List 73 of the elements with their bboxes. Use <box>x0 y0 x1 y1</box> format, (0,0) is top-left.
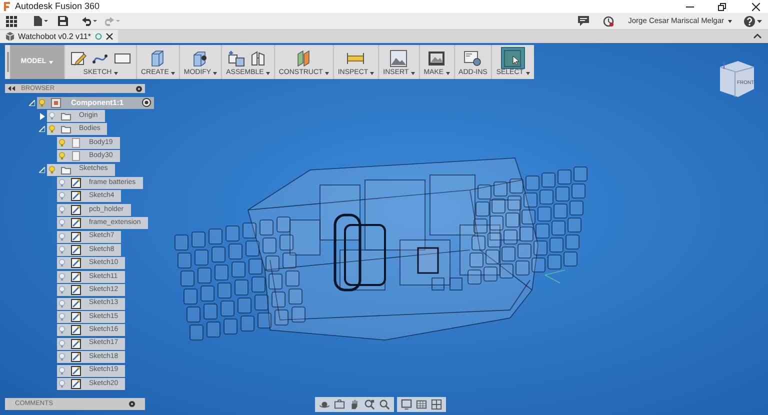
pin-icon[interactable] <box>129 401 135 407</box>
pin-icon[interactable] <box>136 86 142 92</box>
target-icon[interactable] <box>142 98 150 108</box>
caret-icon <box>114 72 118 75</box>
viewports-icon[interactable] <box>431 399 442 410</box>
cursor-square-icon[interactable] <box>502 48 524 68</box>
sketch-icon <box>71 178 81 188</box>
zoom-window-icon[interactable] <box>364 399 375 410</box>
caret-icon <box>728 20 732 22</box>
apps-grid-icon[interactable] <box>6 16 17 26</box>
picture-icon[interactable] <box>389 48 408 68</box>
folder-icon <box>61 164 71 175</box>
chat-icon[interactable] <box>578 16 590 26</box>
expanded-caret-icon[interactable] <box>29 100 35 106</box>
chevron-up-icon[interactable] <box>753 33 762 39</box>
collapsed-caret-icon[interactable] <box>40 112 44 120</box>
circle-icon <box>94 33 102 40</box>
caret-icon <box>446 72 450 75</box>
hand-icon[interactable] <box>349 399 360 410</box>
file-icon[interactable] <box>34 16 48 26</box>
sketch-icon <box>71 204 81 215</box>
caret-icon <box>526 72 530 75</box>
orbit-icon[interactable] <box>319 399 330 410</box>
zoom-icon[interactable] <box>379 399 390 410</box>
grip-handle[interactable] <box>6 52 8 72</box>
body-icon <box>71 151 81 162</box>
expanded-caret-icon[interactable] <box>39 126 45 132</box>
clock-icon[interactable] <box>603 16 614 26</box>
sketch-icon <box>71 258 81 268</box>
squares-icon[interactable] <box>227 48 246 68</box>
folder-icon <box>61 111 71 122</box>
3d-viewport[interactable] <box>0 43 768 415</box>
sketch-icon <box>71 312 81 322</box>
restore-icon[interactable] <box>718 2 726 10</box>
document-tab[interactable]: Watchobot v0.2 v11* <box>0 30 118 43</box>
close-icon[interactable] <box>106 33 113 40</box>
component-icon <box>51 98 61 108</box>
grid-icon[interactable] <box>416 399 427 410</box>
sketch-icon <box>71 244 81 255</box>
caret-icon <box>324 72 329 75</box>
sketch-icon <box>71 232 81 242</box>
expanded-caret-icon[interactable] <box>39 166 45 173</box>
sketch-icon <box>71 218 81 228</box>
undo-icon[interactable] <box>81 16 98 26</box>
caret-icon <box>266 72 270 75</box>
window-title: Autodesk Fusion 360 <box>15 0 100 13</box>
app-logo-icon <box>3 2 11 11</box>
save-icon[interactable] <box>58 16 68 26</box>
caret-icon <box>49 60 54 64</box>
sketch-icon <box>71 352 81 362</box>
folder-icon <box>61 124 71 134</box>
camera-icon[interactable] <box>334 399 345 410</box>
help-button[interactable] <box>744 16 762 26</box>
sketch-icon <box>71 325 81 336</box>
sketch-icon <box>71 285 81 296</box>
caret-icon <box>410 72 415 75</box>
caret-icon <box>370 72 374 75</box>
caret-icon <box>757 20 762 22</box>
sketch-icon <box>71 378 81 389</box>
cube-icon <box>5 32 14 41</box>
close-icon[interactable] <box>752 2 760 10</box>
caret-icon <box>213 72 218 75</box>
sketch-icon <box>71 338 81 349</box>
sketch-icon <box>71 298 81 309</box>
help-icon <box>744 16 755 26</box>
window-gear-icon[interactable] <box>463 48 482 68</box>
caret-icon <box>170 72 175 75</box>
sketch-icon <box>71 191 81 202</box>
display-icon[interactable] <box>401 399 412 410</box>
body-icon <box>71 138 81 148</box>
sketch-icon <box>71 272 81 282</box>
collapse-icon[interactable] <box>8 86 15 91</box>
sketch-icon <box>71 366 81 376</box>
